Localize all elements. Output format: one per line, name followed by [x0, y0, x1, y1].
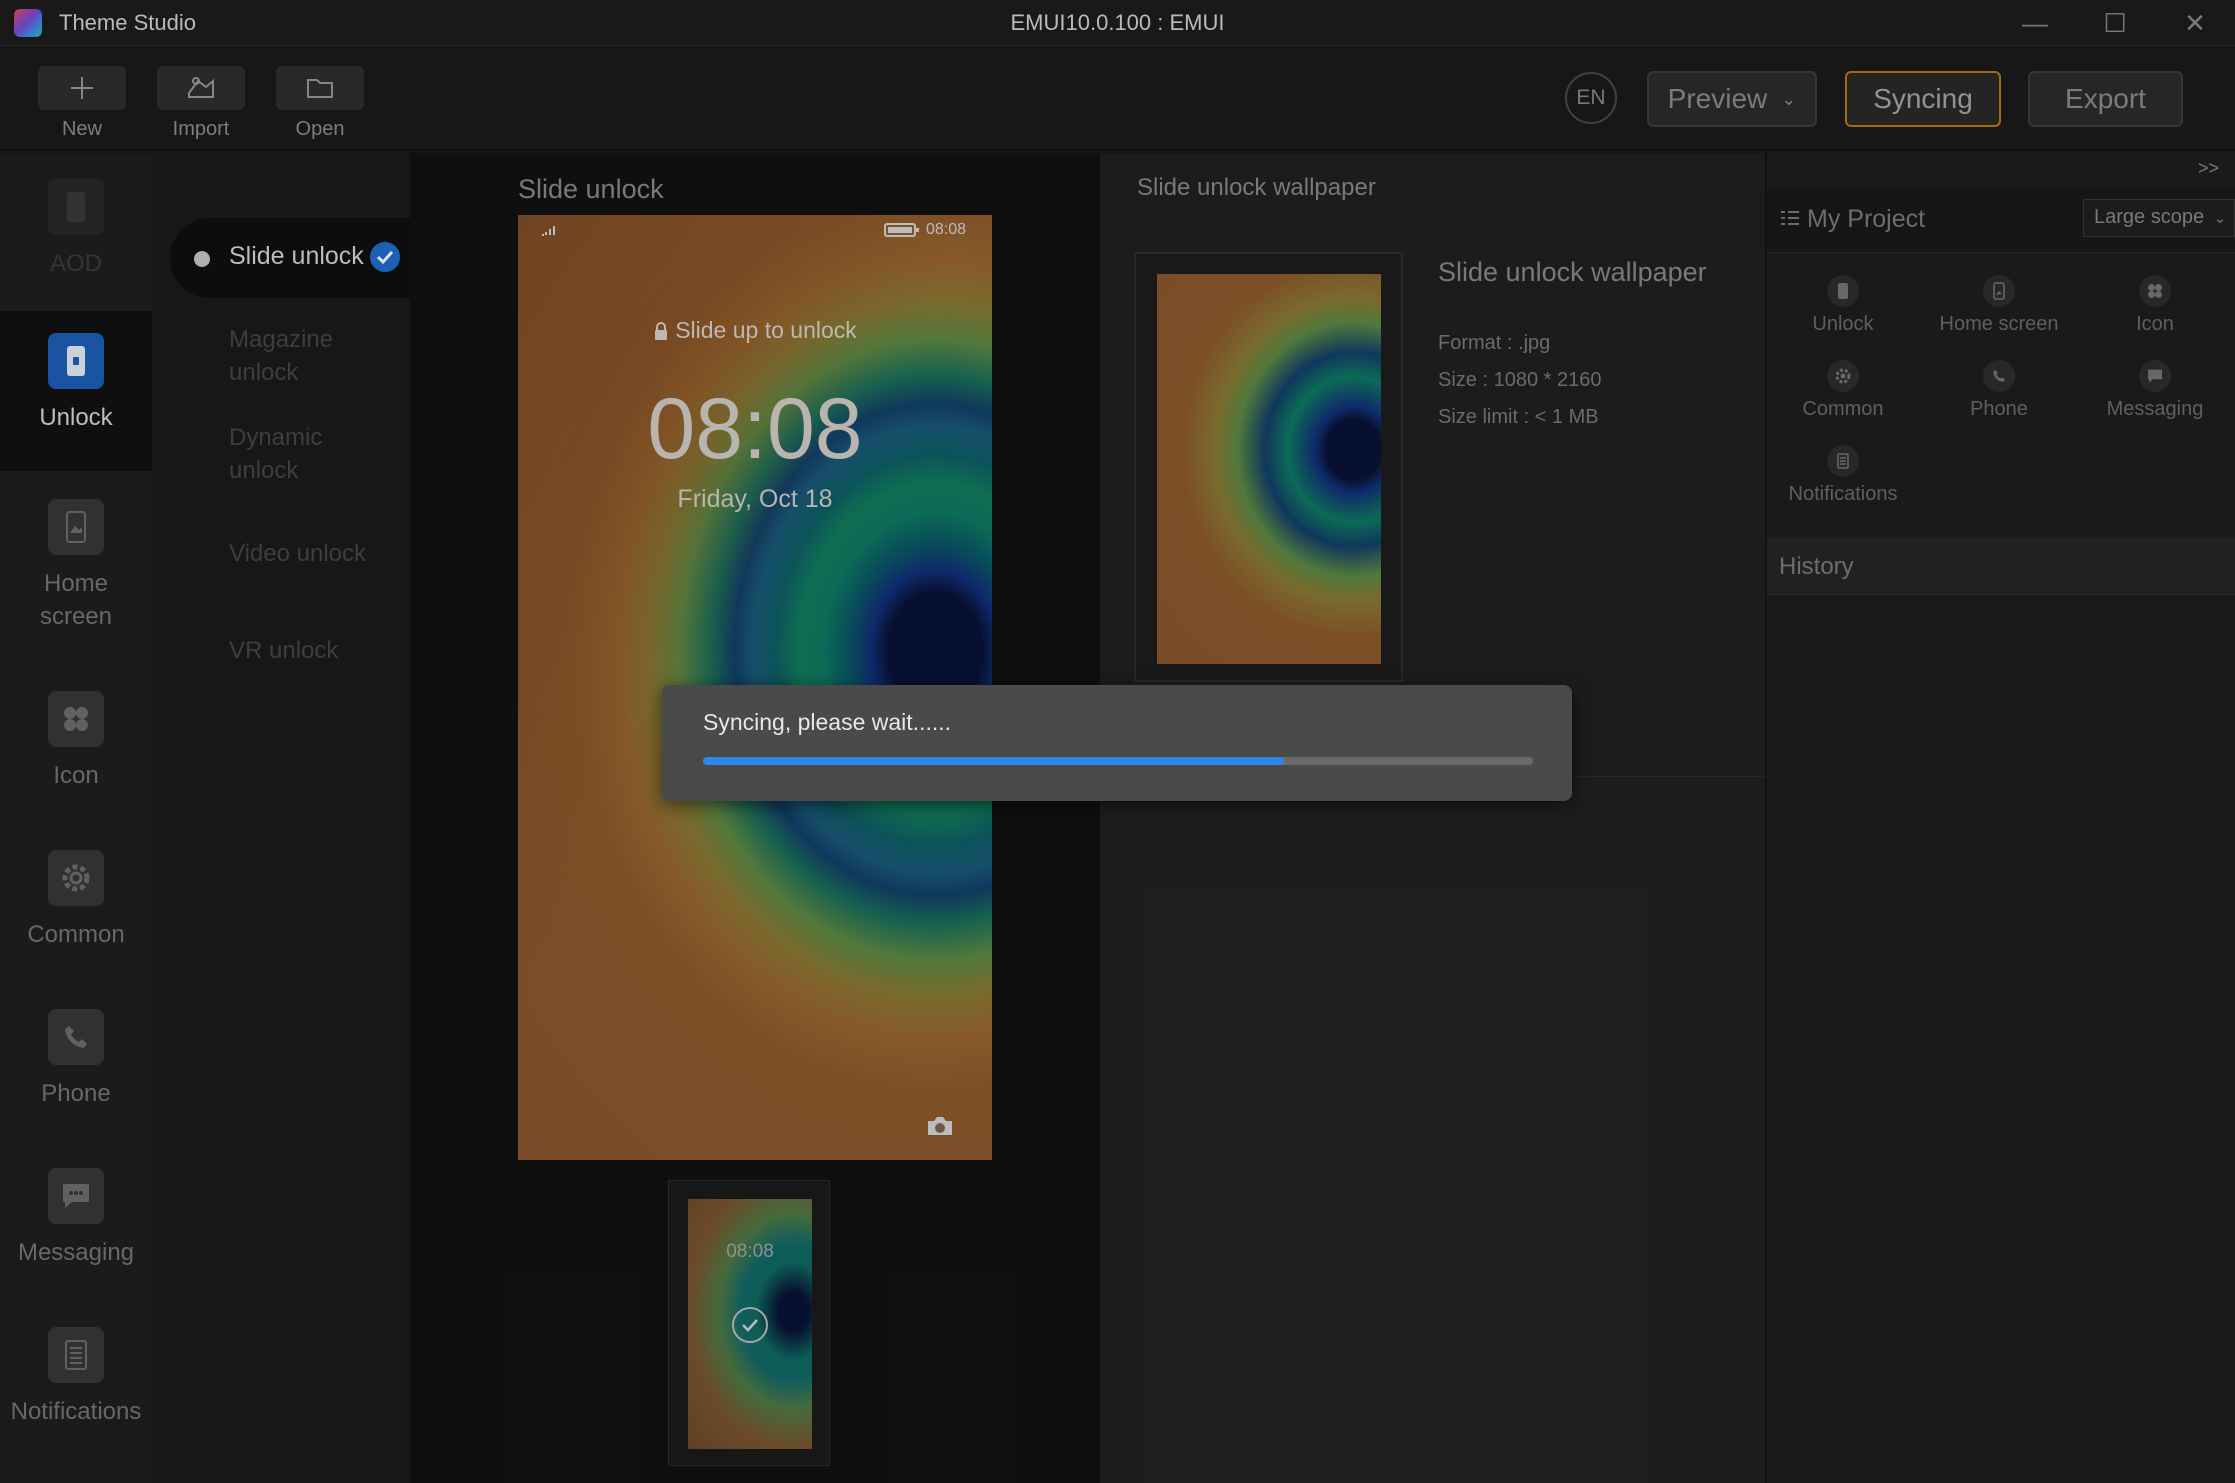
progress-fill	[703, 757, 1284, 765]
sync-message: Syncing, please wait......	[703, 709, 952, 735]
lock-clock: 08:08	[647, 381, 863, 477]
sync-progress-dialog: Syncing, please wait......	[662, 685, 1572, 801]
camera-icon	[926, 1115, 954, 1142]
status-time: 08:08	[926, 221, 967, 238]
progress-track	[703, 757, 1533, 765]
slide-up-label: Slide up to unlock	[675, 317, 857, 343]
lock-icon	[653, 320, 669, 340]
slide-up-text: Slide up to unlock	[518, 317, 992, 344]
battery-icon	[884, 222, 920, 243]
signal-icon	[540, 223, 560, 242]
lock-date: Friday, Oct 18	[677, 485, 833, 513]
